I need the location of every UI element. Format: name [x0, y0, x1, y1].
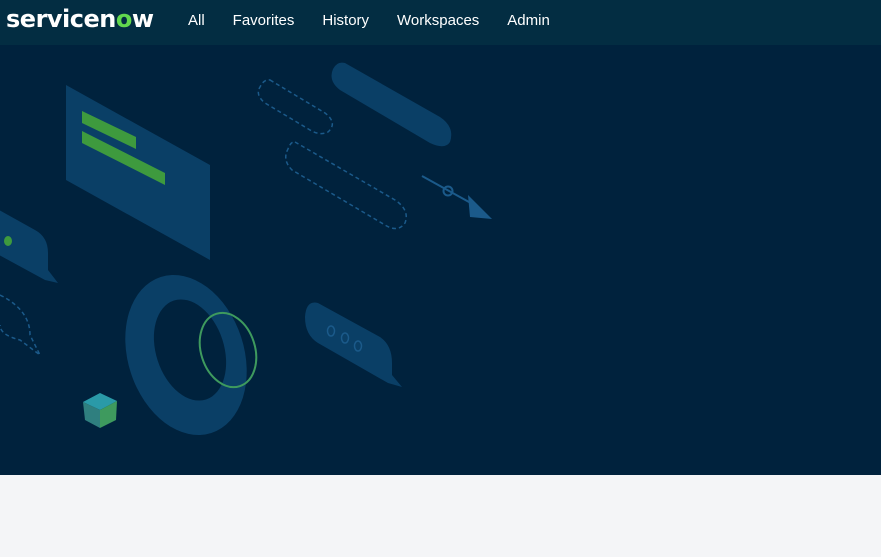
- isometric-illustration: [0, 62, 492, 436]
- nav-favorites[interactable]: Favorites: [233, 12, 295, 29]
- page-content-area: [0, 475, 881, 557]
- nav-admin[interactable]: Admin: [507, 12, 550, 29]
- chat-bubble-dots-illustration: [305, 302, 402, 387]
- solid-pill-illustration: [331, 62, 452, 147]
- nav-all[interactable]: All: [188, 12, 205, 29]
- servicenow-logo[interactable]: servicenow: [6, 4, 154, 34]
- nav-history[interactable]: History: [322, 12, 369, 29]
- cube-illustration: [83, 393, 117, 428]
- chat-bubble-left-illustration: [0, 210, 58, 356]
- hero-illustration-panel: [0, 45, 881, 475]
- arrow-illustration: [421, 175, 492, 219]
- main-nav: All Favorites History Workspaces Admin: [188, 0, 578, 40]
- document-card-illustration: [66, 85, 210, 260]
- ring-illustration: [125, 274, 258, 436]
- nav-workspaces[interactable]: Workspaces: [397, 12, 479, 29]
- top-navigation-bar: servicenow All Favorites History Workspa…: [0, 0, 881, 45]
